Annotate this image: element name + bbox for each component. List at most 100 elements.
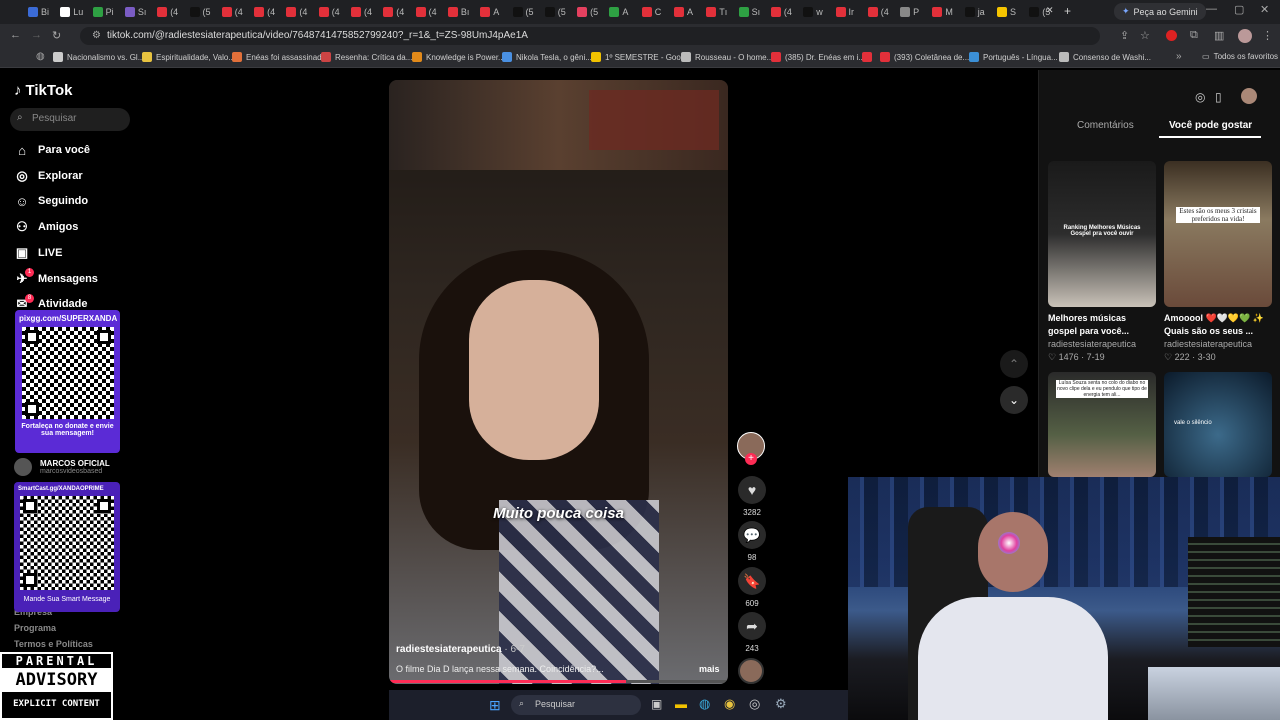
- user-avatar[interactable]: [1241, 88, 1257, 104]
- browser-tab[interactable]: (4: [221, 4, 252, 20]
- like-button[interactable]: ♥ 3282: [737, 476, 767, 517]
- follow-plus-icon[interactable]: +: [745, 453, 757, 465]
- browser-tab[interactable]: A: [674, 4, 704, 20]
- bookmark-star-icon[interactable]: ☆: [1140, 29, 1150, 42]
- bookmark-item[interactable]: (393) Coletânea de...: [880, 52, 969, 62]
- forward-icon[interactable]: →: [31, 29, 42, 41]
- tab-you-may-like[interactable]: Você pode gostar: [1169, 120, 1252, 131]
- gemini-button[interactable]: ✦ Peça ao Gemini: [1114, 3, 1206, 20]
- rec-thumb-4[interactable]: vale o silêncio: [1164, 372, 1272, 477]
- bookmark-item[interactable]: [862, 52, 876, 62]
- nav-item[interactable]: ◎ Explorar: [14, 168, 82, 184]
- tab-comments[interactable]: Comentários: [1077, 120, 1134, 131]
- bookmark-item[interactable]: Nacionalismo vs. Gl...: [53, 52, 144, 62]
- video-progress-track[interactable]: [389, 680, 728, 683]
- windows-start-icon[interactable]: ⊞: [489, 697, 501, 714]
- task-view-icon[interactable]: ▣: [651, 697, 662, 711]
- rec-info-2[interactable]: Amooool ❤️🤍💛💚 ✨ Quais são os seus ... ra…: [1164, 312, 1272, 364]
- bookmark-item[interactable]: Nikola Tesla, o gêni...: [502, 52, 592, 62]
- bookmark-item[interactable]: Consenso de Washi...: [1059, 52, 1151, 62]
- previous-video-button[interactable]: ⌃: [1000, 350, 1028, 378]
- browser-tab[interactable]: (4: [383, 4, 413, 20]
- rec-thumb-3[interactable]: Luísa Souza senta no colo do diabo no no…: [1048, 372, 1156, 477]
- browser-tab[interactable]: (4: [351, 4, 381, 20]
- footer-terms-link[interactable]: Termos e Políticas: [14, 639, 93, 649]
- rec-info-1[interactable]: Melhores músicas gospel para você... rad…: [1048, 312, 1156, 364]
- browser-tab[interactable]: (5: [189, 4, 220, 20]
- bookmark-item[interactable]: 1º SEMESTRE - Goo...: [591, 52, 688, 62]
- nav-item[interactable]: ▣ LIVE: [14, 245, 63, 261]
- browser-tab[interactable]: Sı: [738, 4, 769, 20]
- bookmark-item[interactable]: Rousseau - O home...: [681, 52, 773, 62]
- install-icon[interactable]: ⇪: [1120, 29, 1129, 42]
- obs-icon[interactable]: ◎: [749, 696, 760, 712]
- browser-tab[interactable]: Sı: [124, 4, 155, 20]
- browser-tab[interactable]: (5: [512, 4, 543, 20]
- browser-tab[interactable]: Tı: [706, 4, 736, 20]
- next-video-button[interactable]: ⌄: [1000, 386, 1028, 414]
- phone-icon[interactable]: ▯: [1215, 90, 1222, 104]
- url-field[interactable]: ⚙ tiktok.com/@radiestesiaterapeutica/vide…: [80, 27, 1100, 45]
- video-author[interactable]: radiestesiaterapeutica · 6-7: [396, 644, 525, 655]
- browser-tab[interactable]: (4: [415, 4, 446, 20]
- new-tab-icon[interactable]: +: [1064, 4, 1071, 18]
- minimize-icon[interactable]: —: [1206, 3, 1217, 15]
- settings-icon[interactable]: ⚙: [775, 696, 787, 712]
- browser-tab[interactable]: P: [900, 4, 930, 20]
- browser-tab[interactable]: C: [641, 4, 672, 20]
- browser-tab[interactable]: S: [997, 4, 1027, 20]
- search-input[interactable]: ⌕ Pesquisar: [10, 108, 130, 131]
- bookmark-item[interactable]: Português - Língua...: [969, 52, 1058, 62]
- nav-item[interactable]: ☺ Seguindo: [14, 193, 88, 209]
- browser-tab[interactable]: Pi: [92, 4, 123, 20]
- browser-tab[interactable]: (4: [318, 4, 349, 20]
- bookmark-item[interactable]: (385) Dr. Enéas em i...: [771, 52, 865, 62]
- chrome-icon[interactable]: ◉: [724, 696, 735, 712]
- nav-item[interactable]: ⚇ Amigos: [14, 219, 78, 235]
- browser-tab[interactable]: (4: [286, 4, 316, 20]
- browser-tab[interactable]: (4: [770, 4, 801, 20]
- discover-icon[interactable]: ◎: [1195, 90, 1205, 104]
- browser-tab[interactable]: ja: [964, 4, 995, 20]
- browser-tab[interactable]: w: [803, 4, 833, 20]
- bookmark-item[interactable]: Espiritualidade, Valo...: [142, 52, 235, 62]
- browser-tab[interactable]: (5: [544, 4, 575, 20]
- close-window-icon[interactable]: ✕: [1260, 3, 1269, 16]
- browser-tab[interactable]: A: [480, 4, 510, 20]
- video-player[interactable]: Muito pouca coisa radiestesiaterapeutica…: [389, 80, 728, 684]
- music-disc-avatar[interactable]: [738, 658, 764, 684]
- taskbar-search-input[interactable]: ⌕ Pesquisar: [511, 695, 641, 715]
- apps-icon[interactable]: ◍: [36, 51, 45, 62]
- browser-tab[interactable]: Lu: [60, 4, 90, 20]
- back-icon[interactable]: ←: [10, 29, 21, 41]
- sidepanel-icon[interactable]: ▥: [1214, 29, 1224, 42]
- browser-tab[interactable]: (5: [1029, 4, 1059, 20]
- browser-tab[interactable]: Bi: [28, 4, 58, 20]
- site-info-icon[interactable]: ⚙: [92, 30, 101, 41]
- bookmark-item[interactable]: Enéas foi assassinad...: [232, 52, 328, 62]
- browser-tab[interactable]: A: [609, 4, 639, 20]
- close-tab-icon[interactable]: ✕: [1046, 5, 1054, 16]
- file-explorer-icon[interactable]: ▬: [675, 697, 687, 711]
- browser-tab[interactable]: (5: [577, 4, 607, 20]
- share-button[interactable]: ➦ 243: [737, 612, 767, 653]
- tiktok-logo[interactable]: ♪ TikTok: [14, 82, 72, 99]
- edge-icon[interactable]: ◍: [699, 696, 710, 712]
- bookmark-item[interactable]: Resenha: Crítica da...: [321, 52, 412, 62]
- more-bookmarks-icon[interactable]: »: [1176, 51, 1182, 62]
- browser-tab[interactable]: (4: [867, 4, 898, 20]
- maximize-icon[interactable]: ▢: [1234, 3, 1244, 16]
- browser-tab[interactable]: Bı: [447, 4, 478, 20]
- extension-icon[interactable]: [1166, 30, 1177, 41]
- browser-tab[interactable]: (4: [254, 4, 284, 20]
- all-favorites-folder[interactable]: ▭ Todos os favoritos: [1202, 52, 1278, 61]
- rec-thumb-2[interactable]: Estes são os meus 3 cristais preferidos …: [1164, 161, 1272, 307]
- menu-icon[interactable]: ⋮: [1262, 29, 1273, 42]
- browser-tab[interactable]: M: [932, 4, 962, 20]
- browser-tab[interactable]: Ir: [835, 4, 866, 20]
- footer-program-link[interactable]: Programa: [14, 623, 56, 633]
- comment-button[interactable]: 💬 98: [737, 521, 767, 562]
- extensions-puzzle-icon[interactable]: ⧉: [1190, 29, 1198, 42]
- rec-thumb-1[interactable]: Ranking Melhores Músicas Gospel pra você…: [1048, 161, 1156, 307]
- save-button[interactable]: 🔖 609: [737, 567, 767, 608]
